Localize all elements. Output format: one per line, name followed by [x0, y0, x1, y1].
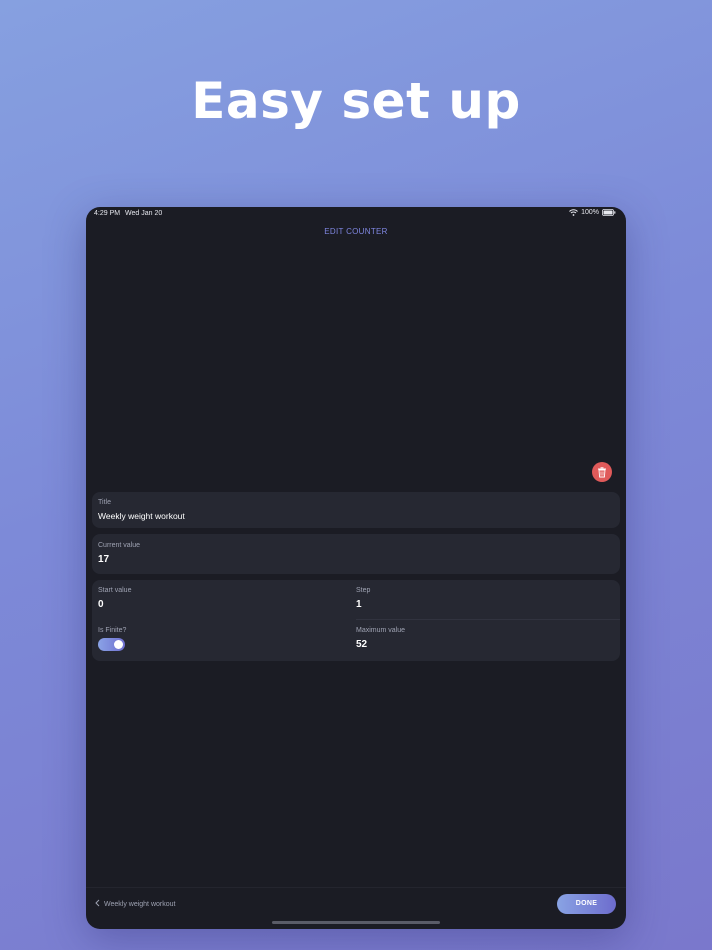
status-bar: 4:29 PM Wed Jan 20 100% — [86, 207, 626, 221]
delete-button[interactable] — [592, 462, 612, 482]
step-label: Step — [356, 587, 371, 594]
is-finite-toggle[interactable] — [98, 638, 125, 651]
status-time: 4:29 PM — [94, 210, 121, 217]
is-finite-label: Is Finite? — [98, 627, 127, 634]
trash-icon — [597, 463, 607, 482]
home-indicator — [272, 921, 440, 924]
chevron-left-icon — [95, 899, 100, 909]
start-value-input[interactable]: 0 — [98, 599, 104, 610]
back-label: Weekly weight workout — [104, 900, 176, 908]
maximum-value-input[interactable]: 52 — [356, 639, 367, 650]
back-button[interactable]: Weekly weight workout — [95, 899, 175, 909]
title-input[interactable]: Weekly weight workout — [98, 511, 185, 521]
bottom-divider — [86, 887, 626, 888]
title-label: Title — [98, 499, 111, 506]
step-input[interactable]: 1 — [356, 599, 362, 610]
settings-card: Start value 0 Step 1 Is Finite? Maximum … — [92, 580, 620, 661]
current-value-label: Current value — [98, 542, 141, 549]
row-divider — [356, 619, 620, 620]
maximum-value-label: Maximum value — [356, 627, 406, 634]
nav-title: EDIT COUNTER — [324, 227, 388, 236]
done-button[interactable]: DONE — [557, 894, 616, 914]
current-value-input[interactable]: 17 — [98, 554, 109, 565]
device-screen: 4:29 PM Wed Jan 20 100% EDIT COUNTER Tit… — [86, 207, 626, 929]
battery-percent: 100% — [581, 209, 599, 216]
start-value-label: Start value — [98, 587, 132, 594]
wifi-icon — [569, 209, 578, 216]
headline: Easy set up — [191, 72, 521, 130]
title-field[interactable]: Title Weekly weight workout — [92, 492, 620, 528]
status-right: 100% — [569, 209, 616, 216]
battery-icon — [602, 209, 616, 216]
current-value-field[interactable]: Current value 17 — [92, 534, 620, 574]
toggle-knob — [114, 640, 123, 649]
status-date: Wed Jan 20 — [125, 210, 163, 217]
